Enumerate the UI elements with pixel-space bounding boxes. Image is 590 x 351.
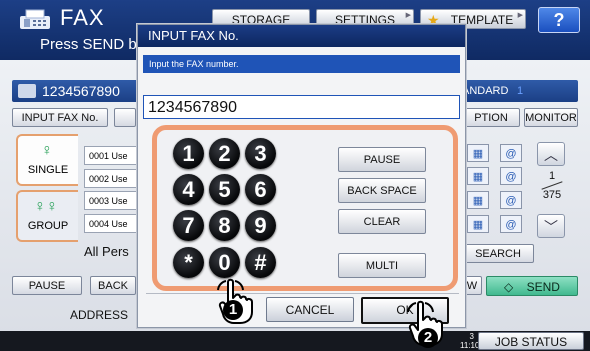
key-8[interactable]: 8 bbox=[209, 210, 240, 241]
fax-icon bbox=[18, 84, 36, 98]
input-fax-button[interactable]: INPUT FAX No. bbox=[12, 108, 108, 127]
list-item[interactable]: 0003 Use bbox=[84, 191, 139, 210]
fax-machine-icon bbox=[20, 9, 50, 29]
scroll-up-button[interactable]: ︿ bbox=[537, 142, 565, 166]
app-subtitle: Press SEND bu bbox=[40, 36, 146, 53]
page-total: 375 bbox=[542, 189, 562, 201]
fax-icon[interactable]: ▦ bbox=[467, 144, 489, 162]
step-1-badge: 1 bbox=[223, 300, 243, 320]
cancel-button[interactable]: CANCEL bbox=[266, 297, 354, 322]
pause-bg-button[interactable]: PAUSE bbox=[12, 276, 82, 295]
key-3[interactable]: 3 bbox=[245, 138, 276, 169]
send-icon: ◇ bbox=[504, 280, 514, 294]
destination-number: 1234567890 bbox=[42, 83, 120, 99]
dialog-title: INPUT FAX No. bbox=[138, 25, 465, 47]
email-icon[interactable]: @ bbox=[500, 144, 522, 162]
input-fax-label: INPUT FAX No. bbox=[21, 112, 99, 124]
pause-bg-label: PAUSE bbox=[28, 280, 66, 292]
search-button[interactable]: SEARCH bbox=[462, 244, 534, 263]
chevron-down-icon: ﹀ bbox=[544, 219, 558, 235]
key-6[interactable]: 6 bbox=[245, 174, 276, 205]
pause-button[interactable]: PAUSE bbox=[338, 147, 426, 172]
search-label: SEARCH bbox=[475, 248, 521, 260]
monitor-label: MONITOR bbox=[525, 112, 577, 124]
clock: 3 11:10 bbox=[460, 332, 479, 350]
all-persons-label: All Pers bbox=[84, 244, 129, 259]
hidden-button[interactable] bbox=[114, 108, 136, 127]
clock-time: 11:10 bbox=[460, 341, 480, 350]
address-label: ADDRESS bbox=[70, 308, 129, 322]
page-current: 1 bbox=[548, 170, 556, 182]
page-indicator: 1 375 bbox=[541, 170, 563, 201]
input-fax-dialog: INPUT FAX No. Input the FAX number. 1234… bbox=[137, 24, 466, 328]
monitor-button[interactable]: MONITOR bbox=[524, 108, 578, 127]
multi-button[interactable]: MULTI bbox=[338, 253, 426, 278]
key-4[interactable]: 4 bbox=[173, 174, 204, 205]
fax-icon[interactable]: ▦ bbox=[467, 167, 489, 185]
back-bg-label: BACK bbox=[98, 280, 128, 292]
key-2[interactable]: 2 bbox=[209, 138, 240, 169]
keypad-highlight: 1 2 3 4 5 6 7 8 9 * 0 # PAUSE BACK SPACE… bbox=[152, 125, 458, 291]
clear-button[interactable]: CLEAR bbox=[338, 209, 426, 234]
tab-single[interactable]: ♀ SINGLE bbox=[16, 134, 78, 186]
key-hash[interactable]: # bbox=[245, 247, 276, 278]
email-icon[interactable]: @ bbox=[500, 215, 522, 233]
job-status-label: JOB STATUS bbox=[494, 335, 568, 349]
address-tabs: ♀ SINGLE ♀♀ GROUP bbox=[16, 132, 82, 270]
option-label: PTION bbox=[474, 112, 508, 124]
key-0[interactable]: 0 bbox=[209, 247, 240, 278]
chevron-right-icon: ▶ bbox=[405, 12, 411, 19]
tab-single-label: SINGLE bbox=[27, 164, 69, 176]
key-7[interactable]: 7 bbox=[173, 210, 204, 241]
chevron-right-icon: ▶ bbox=[517, 12, 523, 19]
email-icon[interactable]: @ bbox=[500, 167, 522, 185]
divider bbox=[146, 293, 459, 294]
app-title: FAX bbox=[60, 5, 105, 30]
group-icon: ♀♀ bbox=[34, 198, 58, 215]
list-item[interactable]: 0004 Use bbox=[84, 214, 139, 233]
option-button[interactable]: PTION bbox=[462, 108, 520, 127]
clock-line1: 3 bbox=[469, 332, 474, 341]
fax-number-field[interactable]: 1234567890 bbox=[143, 95, 460, 119]
resolution-label: ANDARD bbox=[462, 85, 509, 97]
help-button[interactable]: ? bbox=[538, 7, 580, 33]
copies-count: 1 bbox=[517, 85, 524, 97]
send-button[interactable]: ◇ SEND bbox=[486, 276, 578, 296]
fax-icon[interactable]: ▦ bbox=[467, 215, 489, 233]
person-icon: ♀ bbox=[41, 142, 53, 159]
key-star[interactable]: * bbox=[173, 247, 204, 278]
key-9[interactable]: 9 bbox=[245, 210, 276, 241]
w-label: W bbox=[466, 280, 478, 292]
email-icon[interactable]: @ bbox=[500, 191, 522, 209]
scroll-down-button[interactable]: ﹀ bbox=[537, 214, 565, 238]
back-bg-button[interactable]: BACK bbox=[90, 276, 136, 295]
job-status-button[interactable]: JOB STATUS bbox=[478, 332, 584, 350]
key-1[interactable]: 1 bbox=[173, 138, 204, 169]
backspace-button[interactable]: BACK SPACE bbox=[338, 178, 426, 203]
fax-icon[interactable]: ▦ bbox=[467, 191, 489, 209]
step-2-badge: 2 bbox=[418, 328, 438, 348]
key-5[interactable]: 5 bbox=[209, 174, 240, 205]
chevron-up-icon: ︿ bbox=[544, 147, 558, 163]
list-item[interactable]: 0001 Use bbox=[84, 146, 139, 165]
fax-screen: FAX Press SEND bu STORAGE SETTINGS ▶ ★ T… bbox=[0, 0, 590, 351]
tab-group[interactable]: ♀♀ GROUP bbox=[16, 190, 78, 242]
tab-group-label: GROUP bbox=[27, 220, 69, 232]
list-item[interactable]: 0002 Use bbox=[84, 169, 139, 188]
dialog-instruction: Input the FAX number. bbox=[143, 55, 460, 73]
send-label: SEND bbox=[526, 280, 560, 294]
